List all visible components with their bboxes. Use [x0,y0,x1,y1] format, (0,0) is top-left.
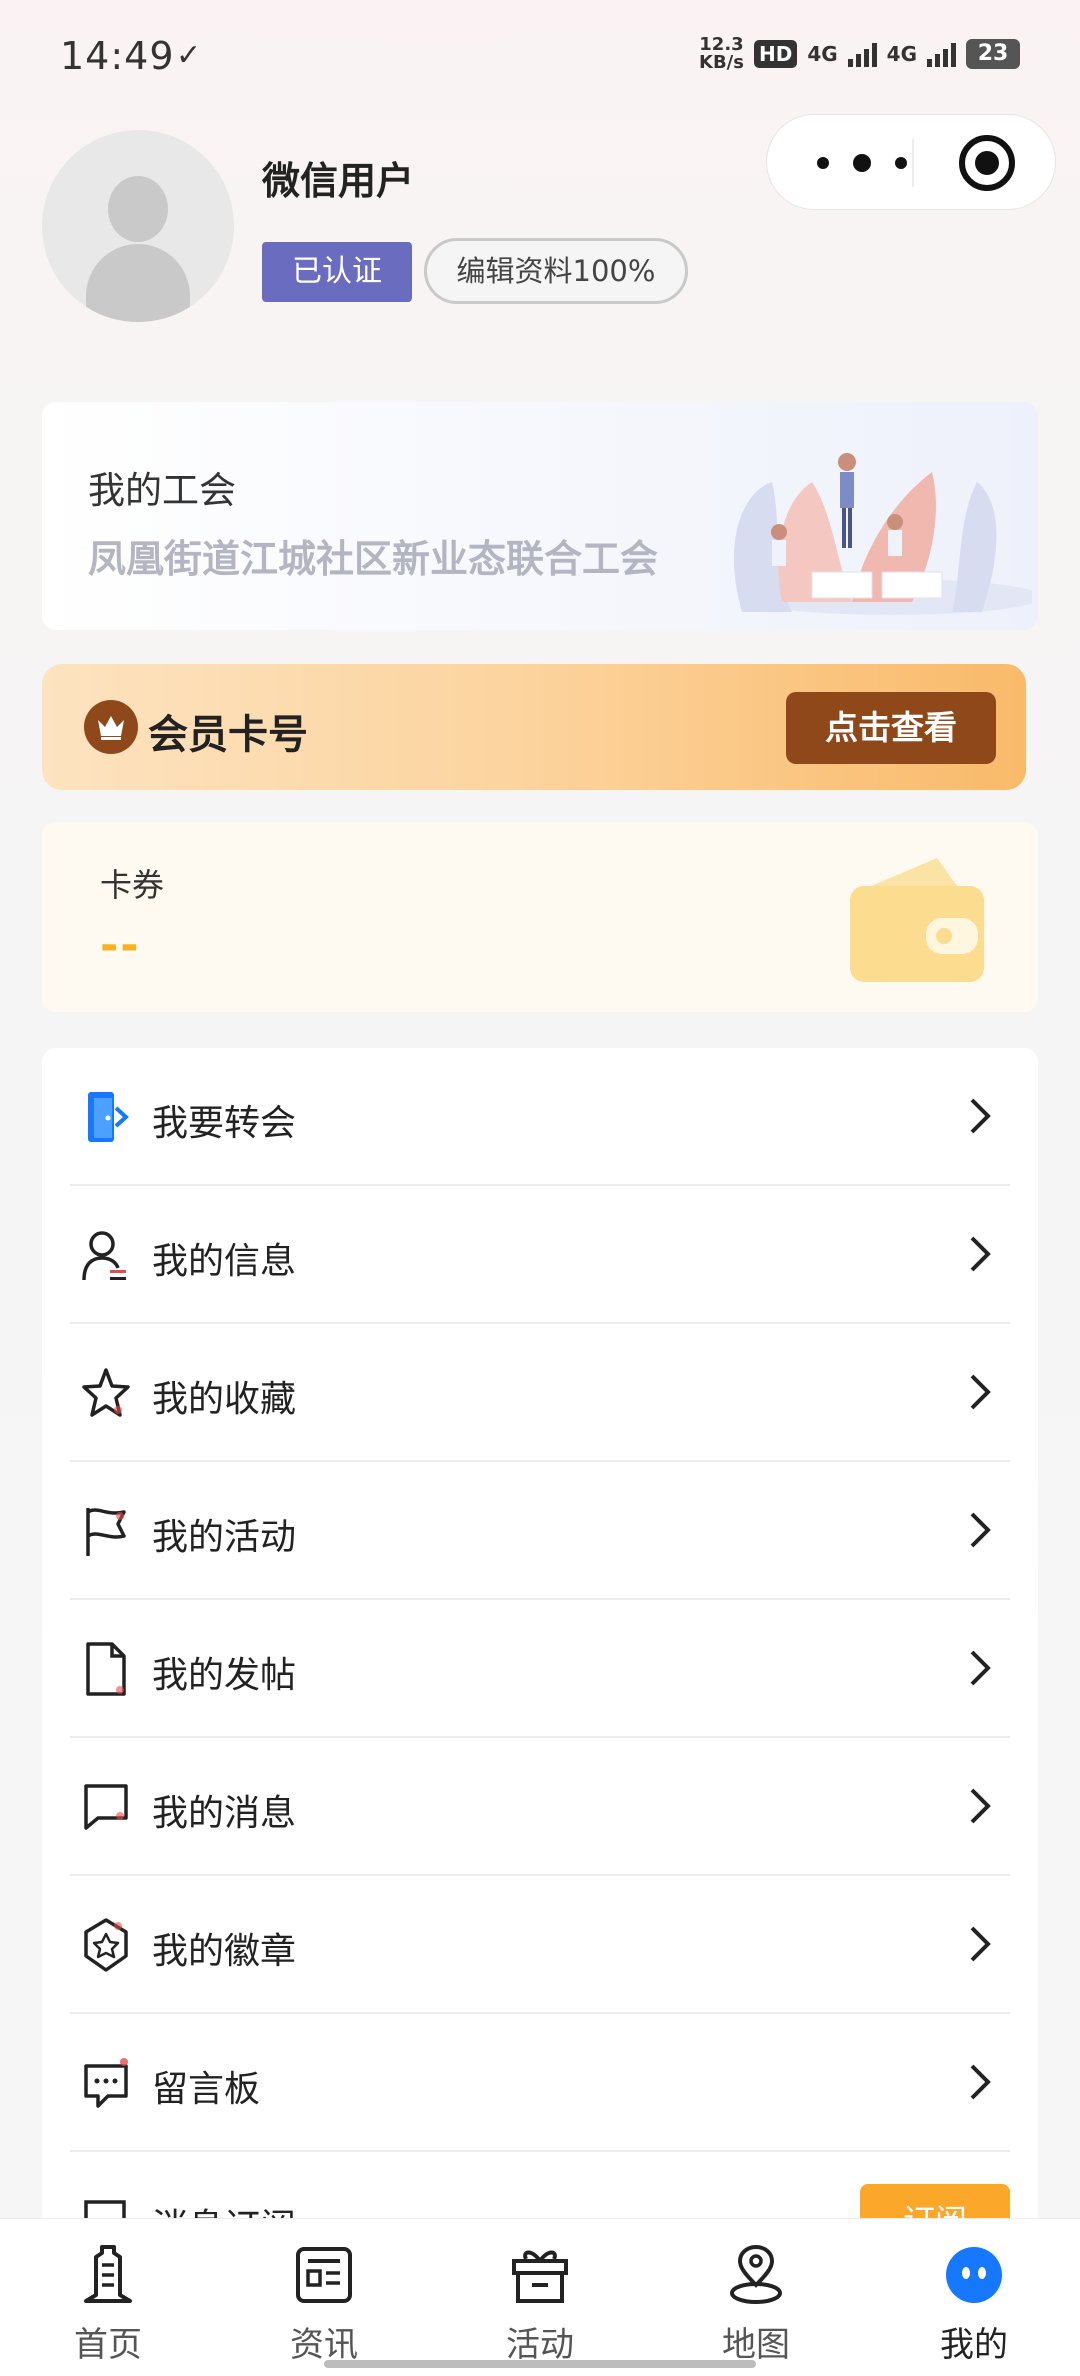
signal-bars-icon [927,41,956,67]
member-card[interactable]: 会员卡号 点击查看 [42,664,1026,790]
profile-face-icon [946,2247,1002,2303]
chevron-right-icon [970,1098,991,1134]
tab-bar: 首页 资讯 活动 地图 我的 [0,2218,1080,2376]
menu-item-favorites[interactable]: 我的收藏 [70,1324,1010,1462]
edit-profile-button[interactable]: 编辑资料100% [424,238,688,304]
sim1-label: 4G [807,42,838,66]
menu-item-badges[interactable]: 我的徽章 [70,1876,1010,2014]
tab-activities[interactable]: 活动 [470,2233,610,2373]
coupon-count: -- [100,920,141,971]
target-icon[interactable] [959,135,1015,191]
menu-item-label: 我的活动 [152,1517,297,1558]
user-info-icon [82,1231,126,1281]
chevron-right-icon [970,1512,991,1548]
menu-list: 我要转会 我的信息 我的收藏 我的活动 我的发帖 我的消息 我的徽章 留言板 订… [42,1048,1038,2228]
menu-item-label: 我的收藏 [152,1379,297,1420]
badge-icon [84,1918,128,1972]
menu-item-label: 我的消息 [152,1793,297,1834]
wallet-icon [850,858,984,982]
chevron-right-icon [970,1374,991,1410]
message-icon [84,1784,128,1830]
menu-item-label: 我的徽章 [152,1931,297,1972]
crown-icon [84,700,138,754]
my-union-card[interactable]: 我的工会 凤凰街道江城社区新业态联合工会 [42,402,1038,630]
tab-label: 首页 [74,2325,142,2365]
menu-item-posts[interactable]: 我的发帖 [70,1600,1010,1738]
union-title: 我的工会 [88,469,236,512]
signal-bars-icon [847,41,877,67]
chevron-right-icon [970,1650,991,1686]
home-tower-icon [84,2245,132,2303]
status-bar: 14:49 ✓ 12.3 KB/s HD 4G 4G 23 [0,0,1080,110]
coupon-card[interactable]: 卡券 -- [42,822,1038,1012]
tab-home[interactable]: 首页 [38,2233,178,2373]
tab-mine[interactable]: 我的 [904,2233,1044,2373]
sim2-label: 4G [886,42,917,66]
tab-news[interactable]: 资讯 [254,2233,394,2373]
menu-item-transfer[interactable]: 我要转会 [70,1048,1010,1186]
tab-label: 地图 [722,2325,790,2365]
more-dots-icon[interactable] [807,151,917,175]
check-icon: ✓ [176,38,202,73]
username: 微信用户 [262,159,415,203]
member-card-label: 会员卡号 [148,712,308,758]
menu-item-label: 我要转会 [152,1103,297,1144]
map-pin-icon [730,2244,782,2304]
comment-icon [84,2058,128,2108]
menu-item-activities[interactable]: 我的活动 [70,1462,1010,1600]
menu-item-label: 我的发帖 [152,1655,297,1696]
news-icon [296,2247,352,2303]
menu-item-my-info[interactable]: 我的信息 [70,1186,1010,1324]
tab-label: 资讯 [290,2325,358,2365]
menu-item-messages[interactable]: 我的消息 [70,1738,1010,1876]
status-icons: 12.3 KB/s HD 4G 4G 23 [699,36,1020,72]
star-icon [82,1368,130,1417]
avatar[interactable] [42,130,234,322]
status-time: 14:49 [60,34,175,78]
view-member-card-button[interactable]: 点击查看 [786,692,996,764]
chevron-right-icon [970,1236,991,1272]
tab-label: 我的 [940,2325,1008,2365]
menu-item-subscribe[interactable]: 消息订阅 订阅 [70,2152,1010,2228]
union-illustration-icon [733,453,1032,615]
menu-item-label: 我的信息 [152,1241,297,1282]
gift-icon [512,2250,568,2303]
tab-map[interactable]: 地图 [686,2233,826,2373]
chevron-right-icon [970,2064,991,2100]
home-indicator[interactable] [324,2360,756,2368]
hd-icon: HD [753,40,798,68]
verified-badge: 已认证 [262,242,412,302]
tab-label: 活动 [506,2325,574,2365]
menu-item-label: 留言板 [152,2069,261,2110]
union-name: 凤凰街道江城社区新业态联合工会 [88,537,659,581]
chevron-right-icon [970,1926,991,1962]
flag-icon [86,1508,126,1556]
net-speed: 12.3 KB/s [699,34,744,73]
battery-icon: 23 [966,39,1020,69]
transfer-icon [88,1092,129,1142]
miniprogram-capsule [766,114,1056,210]
document-icon [86,1642,126,1696]
capsule-divider [912,139,914,187]
chevron-right-icon [970,1788,991,1824]
menu-item-message-board[interactable]: 留言板 [70,2014,1010,2152]
coupon-title: 卡券 [100,866,165,904]
